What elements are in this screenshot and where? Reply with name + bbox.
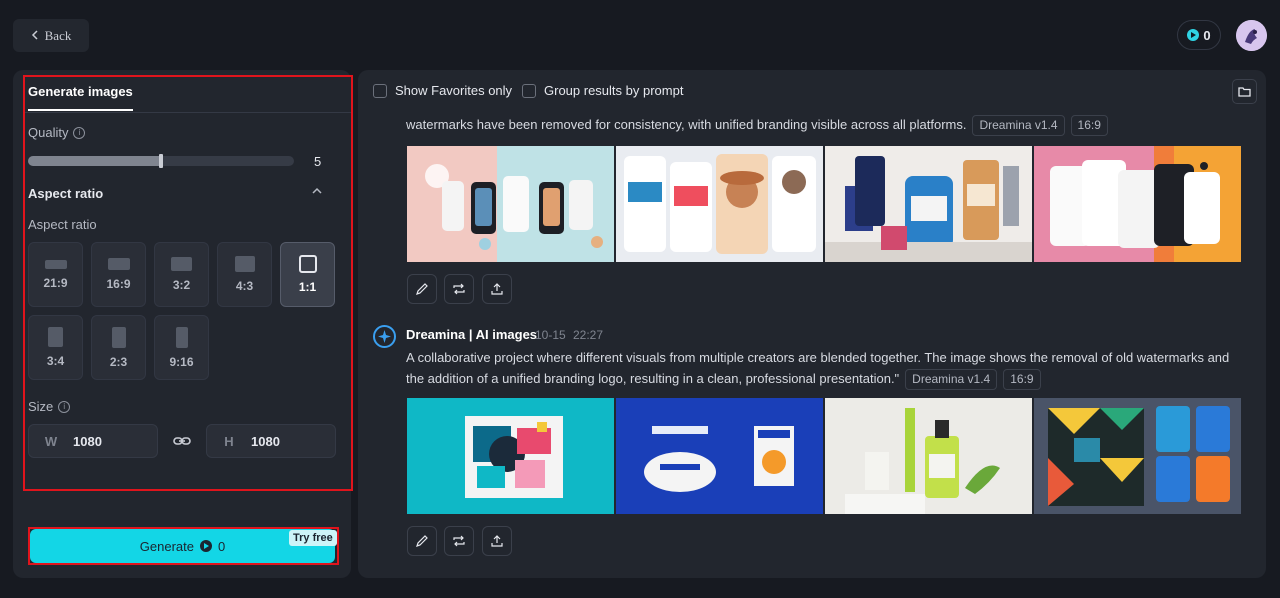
ratio-2-3-icon <box>111 326 126 348</box>
result-prompt-2: A collaborative project where different … <box>406 347 1236 390</box>
back-button[interactable]: Back <box>13 19 89 52</box>
ratio-option-9-16[interactable]: 9:16 <box>154 315 209 380</box>
result-image[interactable] <box>616 146 823 262</box>
chevron-up-icon[interactable] <box>312 186 322 198</box>
tab-generate-images[interactable]: Generate images <box>28 80 133 111</box>
quality-slider-thumb[interactable] <box>159 154 163 168</box>
result-time: 22:27 <box>573 328 604 342</box>
checkbox[interactable] <box>373 83 387 98</box>
ratio-3-4-icon <box>48 327 63 347</box>
height-field[interactable]: H 1080 <box>206 424 336 458</box>
ratio-label: 21:9 <box>43 275 68 290</box>
ratio-1-1-icon <box>298 255 317 273</box>
info-icon[interactable]: i <box>58 400 71 413</box>
folder-button[interactable] <box>1232 79 1257 104</box>
tab-divider <box>25 112 351 113</box>
regenerate-button[interactable] <box>444 526 474 556</box>
ratio-3-2-icon <box>171 257 192 271</box>
width-value: 1080 <box>73 433 102 449</box>
credits-badge[interactable]: 0 <box>1177 20 1221 50</box>
ratio-option-3-4[interactable]: 3:4 <box>28 315 83 380</box>
folder-icon <box>1238 87 1251 97</box>
aspect-ratio-section-title[interactable]: Aspect ratio <box>28 186 103 201</box>
checkbox[interactable] <box>522 83 536 98</box>
info-icon[interactable]: i <box>73 126 86 139</box>
pencil-icon <box>416 535 428 547</box>
share-button[interactable] <box>482 274 512 304</box>
repeat-icon <box>453 535 465 547</box>
quality-label-row: Quality i <box>28 125 86 140</box>
repeat-icon <box>453 283 465 295</box>
prompt-text: watermarks have been removed for consist… <box>406 117 967 132</box>
try-free-badge: Try free <box>289 530 337 546</box>
size-label: Size <box>28 399 54 414</box>
ratio-21-9-icon <box>44 259 67 269</box>
ratio-4-3-icon <box>234 256 255 272</box>
ratio-option-21-9[interactable]: 21:9 <box>28 242 83 307</box>
result-image[interactable] <box>825 146 1032 262</box>
ratio-label: 1:1 <box>298 280 317 294</box>
group-by-prompt-toggle[interactable]: Group results by prompt <box>522 83 683 98</box>
quality-label: Quality <box>28 125 69 140</box>
back-label: Back <box>44 27 72 43</box>
dreamina-logo-icon <box>373 325 396 348</box>
ratio-chip: 16:9 <box>1070 115 1108 136</box>
pencil-icon <box>416 283 428 295</box>
ratio-label: 2:3 <box>109 354 128 369</box>
width-axis-label: W <box>44 433 58 449</box>
result-prompt-1: watermarks have been removed for consist… <box>406 114 1236 136</box>
ratio-label: 3:2 <box>172 278 191 292</box>
height-axis-label: H <box>224 433 234 449</box>
upload-icon <box>491 283 503 295</box>
generate-credits: 0 <box>217 538 226 554</box>
quality-value: 5 <box>314 154 322 169</box>
ratio-option-3-2[interactable]: 3:2 <box>154 242 209 307</box>
credit-coin-icon <box>1187 29 1200 41</box>
upload-icon <box>491 535 503 547</box>
width-field[interactable]: W 1080 <box>28 424 158 458</box>
prompt-text: A collaborative project where different … <box>406 350 1230 386</box>
ratio-chip: 16:9 <box>1003 369 1041 390</box>
regenerate-button[interactable] <box>444 274 474 304</box>
ratio-9-16-icon <box>175 326 188 348</box>
group-by-prompt-label: Group results by prompt <box>544 83 684 98</box>
result-image[interactable] <box>1034 398 1241 514</box>
ratio-option-2-3[interactable]: 2:3 <box>91 315 146 380</box>
link-icon[interactable] <box>172 431 192 451</box>
chevron-left-icon <box>31 28 39 44</box>
ratio-label: 16:9 <box>106 277 131 291</box>
aspect-ratio-label: Aspect ratio <box>28 217 97 232</box>
ratio-16-9-icon <box>107 258 130 270</box>
result-date: 10-15 <box>535 328 566 342</box>
ratio-option-4-3[interactable]: 4:3 <box>217 242 272 307</box>
result-image[interactable] <box>407 146 614 262</box>
credit-coin-icon <box>199 540 212 552</box>
result-image[interactable] <box>825 398 1032 514</box>
share-button[interactable] <box>482 526 512 556</box>
ratio-label: 4:3 <box>235 279 254 293</box>
generate-label: Generate <box>139 538 194 554</box>
ratio-option-16-9[interactable]: 16:9 <box>91 242 146 307</box>
size-label-row: Size i <box>28 399 71 414</box>
credits-count: 0 <box>1203 27 1211 43</box>
result-image[interactable] <box>1034 146 1241 262</box>
aspect-ratio-label-text: Aspect ratio <box>28 217 97 232</box>
result-image[interactable] <box>616 398 823 514</box>
ratio-label: 9:16 <box>169 354 194 369</box>
model-chip: Dreamina v1.4 <box>972 115 1065 136</box>
height-value: 1080 <box>251 433 280 449</box>
show-favorites-toggle[interactable]: Show Favorites only <box>373 83 512 98</box>
author-name[interactable]: Dreamina | AI images <box>406 327 537 342</box>
avatar[interactable] <box>1236 20 1267 51</box>
model-chip: Dreamina v1.4 <box>905 369 998 390</box>
ratio-label: 3:4 <box>46 354 65 368</box>
ratio-option-1-1[interactable]: 1:1 <box>280 242 335 307</box>
result-image[interactable] <box>407 398 614 514</box>
edit-button[interactable] <box>407 274 437 304</box>
quality-slider-fill <box>28 156 161 166</box>
edit-button[interactable] <box>407 526 437 556</box>
show-favorites-label: Show Favorites only <box>395 83 513 98</box>
